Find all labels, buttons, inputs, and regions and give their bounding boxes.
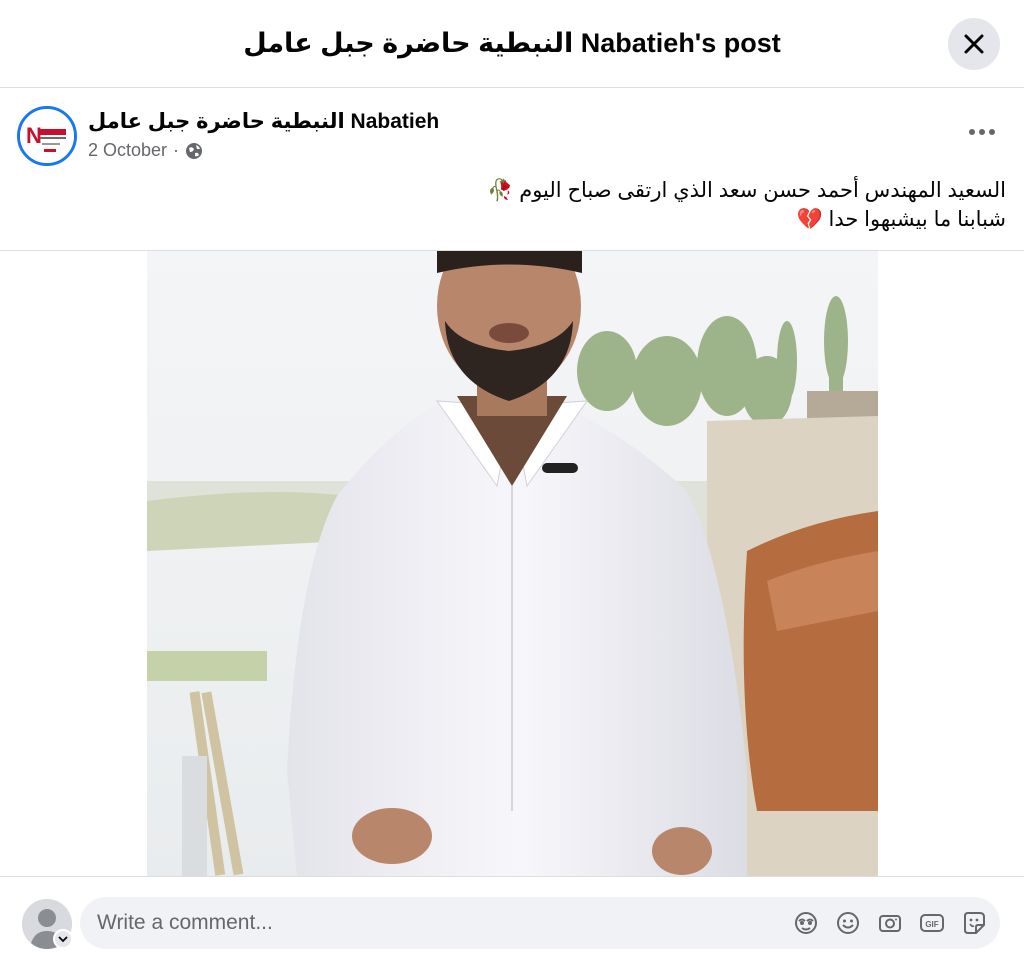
post-text: السعيد المهندس أحمد حسن سعد الذي ارتقى ص…	[26, 176, 1006, 234]
avatar-sticker-icon[interactable]	[792, 909, 820, 937]
globe-icon	[186, 142, 203, 159]
profile-switcher-button[interactable]	[53, 929, 73, 949]
post-header: N النبطية حاضرة جبل عامل Nabatieh 2 Octo…	[0, 88, 1024, 180]
post-date[interactable]: 2 October	[88, 140, 167, 161]
author-name[interactable]: النبطية حاضرة جبل عامل Nabatieh	[88, 109, 439, 134]
close-icon	[964, 34, 984, 54]
meta-separator: ·	[173, 140, 180, 160]
video-still	[147, 251, 878, 876]
camera-icon[interactable]	[876, 909, 904, 937]
comment-input[interactable]	[80, 897, 780, 949]
svg-text:GIF: GIF	[925, 920, 938, 929]
page-logo-icon: N	[20, 109, 74, 163]
post-text-line: شبابنا ما بيشبهوا حدا 💔	[796, 208, 1007, 231]
more-options-button[interactable]	[962, 118, 1002, 146]
more-dot	[979, 129, 985, 135]
close-button[interactable]	[948, 18, 1000, 70]
page-avatar[interactable]: N	[17, 106, 77, 166]
modal-header: النبطية حاضرة جبل عامل Nabatieh's post	[0, 0, 1024, 88]
svg-text:N: N	[26, 123, 42, 148]
post-text-line: السعيد المهندس أحمد حسن سعد الذي ارتقى ص…	[487, 179, 1006, 202]
modal-title: النبطية حاضرة جبل عامل Nabatieh's post	[243, 28, 781, 58]
emoji-icon[interactable]	[834, 909, 862, 937]
more-dot	[969, 129, 975, 135]
post-video[interactable]	[147, 251, 878, 876]
post-meta: 2 October ·	[88, 140, 203, 161]
more-dot	[989, 129, 995, 135]
sticker-icon[interactable]	[960, 909, 988, 937]
media-area	[0, 251, 1024, 876]
chevron-down-icon	[58, 936, 68, 943]
comment-bar: GIF	[0, 876, 1024, 973]
gif-icon[interactable]: GIF	[918, 909, 946, 937]
comment-box: GIF	[80, 897, 1000, 949]
comment-tools: GIF	[792, 909, 988, 937]
